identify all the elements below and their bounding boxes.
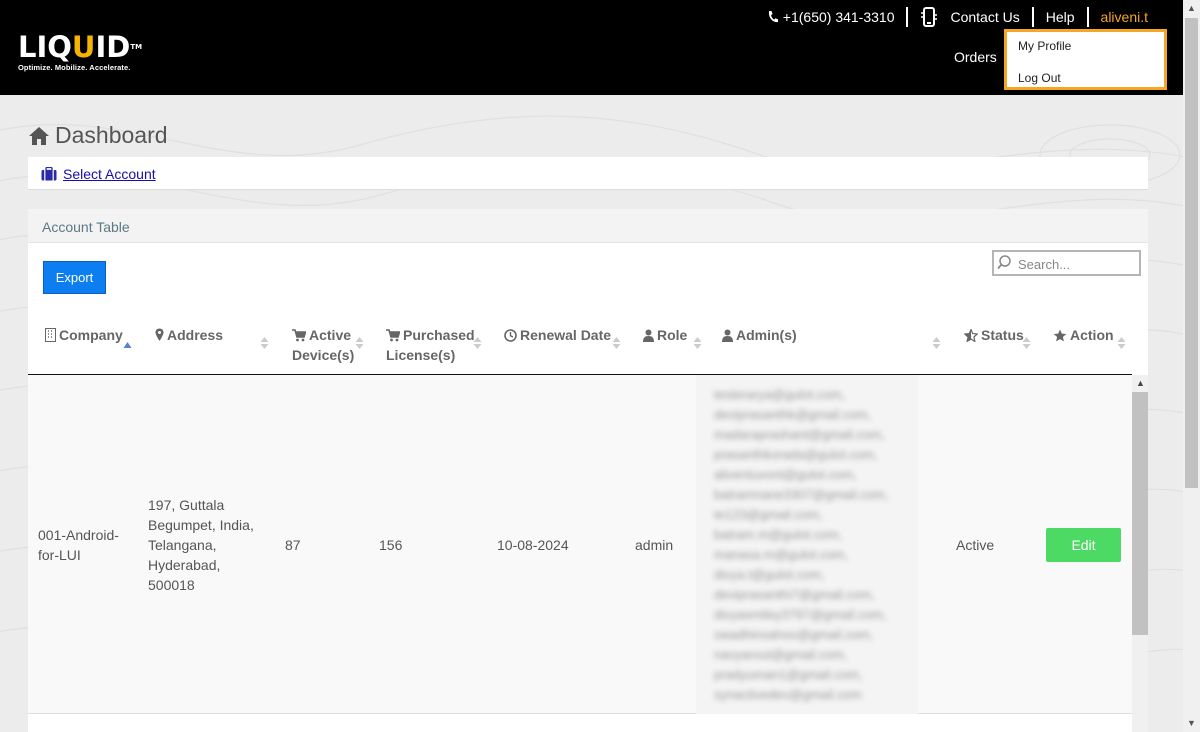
cell-address: 197, Guttala Begumpet, India, Telangana, Hy… [148,497,254,593]
table-scrollbar[interactable]: ▲ [1132,375,1148,732]
logo-wordmark: LIQUIDTM [18,30,143,64]
column-header-status[interactable]: Status [964,325,1024,345]
cell-admins: testerarya@gulot.com, deviprasanthk@gmai… [714,387,889,702]
select-account-bar: Select Account [28,157,1148,190]
sort-icon[interactable] [932,336,941,350]
cell-role: admin [635,537,674,553]
log-out-menu-item[interactable]: Log Out [1018,71,1061,85]
search-placeholder: Search... [1018,257,1071,272]
column-header-renewal-date[interactable]: Renewal Date [504,325,611,345]
cell-status: Active [956,537,995,553]
edit-button[interactable]: Edit [1046,528,1121,562]
orders-link[interactable]: Orders [954,49,997,65]
sort-icon[interactable] [260,336,269,350]
building-icon [45,328,56,342]
page-title: Dashboard [28,122,168,149]
sort-icon[interactable] [1022,336,1031,350]
panel-title: Account Table [42,219,130,235]
window-scrollbar[interactable]: ▲ ▼ [1183,0,1200,732]
cell-company: 001-Android-for-LUI [38,527,119,563]
sort-icon[interactable] [473,336,482,350]
map-marker-icon [155,328,164,341]
export-button[interactable]: Export [43,261,106,294]
column-header-role[interactable]: Role [643,325,687,345]
table-scrollbar-thumb[interactable] [1132,392,1148,635]
sort-ascending-icon[interactable] [123,336,132,350]
clock-icon [504,329,517,342]
star-icon [1053,329,1067,342]
cell-purchased-licenses: 156 [379,537,403,553]
column-header-active-devices[interactable]: Active Device(s) [292,325,354,365]
home-icon [29,126,49,145]
user-menu-toggle[interactable]: aliveni.t [1089,6,1160,28]
cart-icon [386,329,400,342]
select-account-link[interactable]: Select Account [63,166,156,182]
column-header-company[interactable]: Company [45,325,123,345]
sort-icon[interactable] [693,336,702,350]
briefcase-icon [41,167,57,181]
mobile-phone-icon [921,7,938,27]
scroll-up-icon[interactable]: ▲ [1187,3,1196,13]
liquid-logo[interactable]: LIQUIDTM Optimize. Mobilize. Accelerate. [18,32,142,72]
user-dropdown-menu: My Profile Log Out [1004,29,1167,90]
scroll-down-icon[interactable]: ▼ [1187,718,1196,728]
scroll-up-icon[interactable]: ▲ [1136,378,1145,388]
search-input[interactable]: Search... [992,250,1141,276]
my-profile-menu-item[interactable]: My Profile [1018,39,1071,53]
sort-icon[interactable] [612,336,621,350]
column-header-action[interactable]: Action [1053,325,1114,345]
column-header-address[interactable]: Address [155,325,223,345]
cell-active-devices: 87 [285,537,301,553]
cart-icon [292,329,306,342]
phone-icon [768,11,778,23]
contact-us-link[interactable]: Contact Us [908,6,1031,28]
cell-renewal-date: 10-08-2024 [497,537,569,553]
sort-icon[interactable] [355,336,364,350]
user-icon [722,329,733,342]
phone-link[interactable]: +1(650) 341-3310 [755,6,907,28]
user-icon [643,329,654,342]
help-link[interactable]: Help [1034,6,1087,28]
search-icon [997,255,1011,270]
window-scrollbar-thumb[interactable] [1185,18,1198,488]
column-header-purchased-licenses[interactable]: Purchased License(s) [386,325,475,365]
logo-tagline: Optimize. Mobilize. Accelerate. [18,63,131,72]
account-table-panel: Account Table Export Search... Company A… [28,209,1148,732]
top-nav: +1(650) 341-3310 Contact Us Help aliveni… [755,6,1160,28]
column-header-admins[interactable]: Admin(s) [722,325,797,345]
sort-icon[interactable] [1117,336,1126,350]
half-star-icon [964,329,978,342]
panel-header: Account Table [28,209,1148,243]
